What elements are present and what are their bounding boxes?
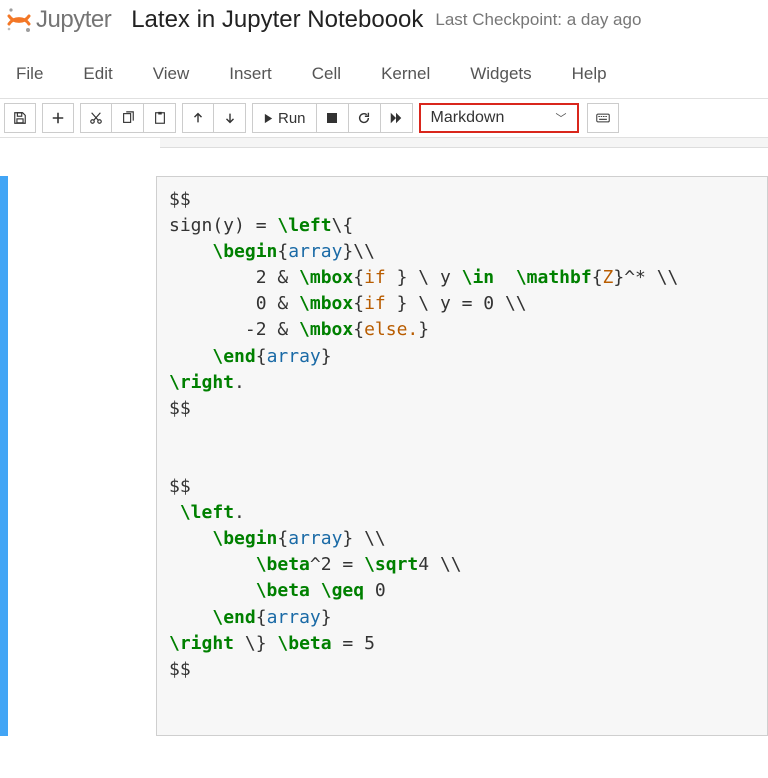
cell-type-value: Markdown [431, 109, 505, 127]
menu-view[interactable]: View [145, 56, 212, 94]
notebook-area: $$ sign(y) = \left\{ \begin{array}\\ 2 &… [0, 148, 768, 736]
menu-help[interactable]: Help [564, 56, 629, 94]
menu-widgets[interactable]: Widgets [462, 56, 553, 94]
jupyter-logo-text: Jupyter [36, 6, 111, 34]
markdown-cell-editor[interactable]: $$ sign(y) = \left\{ \begin{array}\\ 2 &… [156, 176, 768, 736]
menu-cell[interactable]: Cell [304, 56, 363, 94]
restart-button[interactable] [349, 103, 381, 133]
menu-insert[interactable]: Insert [221, 56, 294, 94]
chevron-down-icon: ﹀ [556, 110, 567, 126]
menu-kernel[interactable]: Kernel [373, 56, 452, 94]
menubar: File Edit ViewInsert Cell Kernel Widgets Help [0, 52, 768, 99]
copy-button[interactable] [112, 103, 144, 133]
save-button[interactable] [4, 103, 36, 133]
move-down-button[interactable] [214, 103, 246, 133]
checkpoint-text: Last Checkpoint: a day ago [435, 10, 641, 30]
run-button[interactable]: Run [252, 103, 317, 133]
menu-file[interactable]: File [8, 56, 65, 94]
jupyter-logo-icon [6, 7, 32, 33]
move-up-button[interactable] [182, 103, 214, 133]
menu-edit[interactable]: Edit [75, 56, 134, 94]
interrupt-button[interactable] [317, 103, 349, 133]
toolbar-ruler [160, 138, 768, 148]
notebook-title[interactable]: Latex in Jupyter Noteboook [131, 6, 423, 34]
cell-source[interactable]: $$ sign(y) = \left\{ \begin{array}\\ 2 &… [169, 187, 755, 683]
run-button-label: Run [278, 110, 306, 127]
cut-button[interactable] [80, 103, 112, 133]
toolbar: Run Markdown ﹀ [0, 99, 768, 138]
header: Jupyter Latex in Jupyter Noteboook Last … [0, 0, 768, 38]
jupyter-logo[interactable]: Jupyter [6, 6, 111, 34]
paste-button[interactable] [144, 103, 176, 133]
cell-type-select[interactable]: Markdown ﹀ [419, 103, 579, 133]
restart-run-all-button[interactable] [381, 103, 413, 133]
add-cell-button[interactable] [42, 103, 74, 133]
command-palette-button[interactable] [587, 103, 619, 133]
cell-selection-indicator [0, 176, 8, 736]
